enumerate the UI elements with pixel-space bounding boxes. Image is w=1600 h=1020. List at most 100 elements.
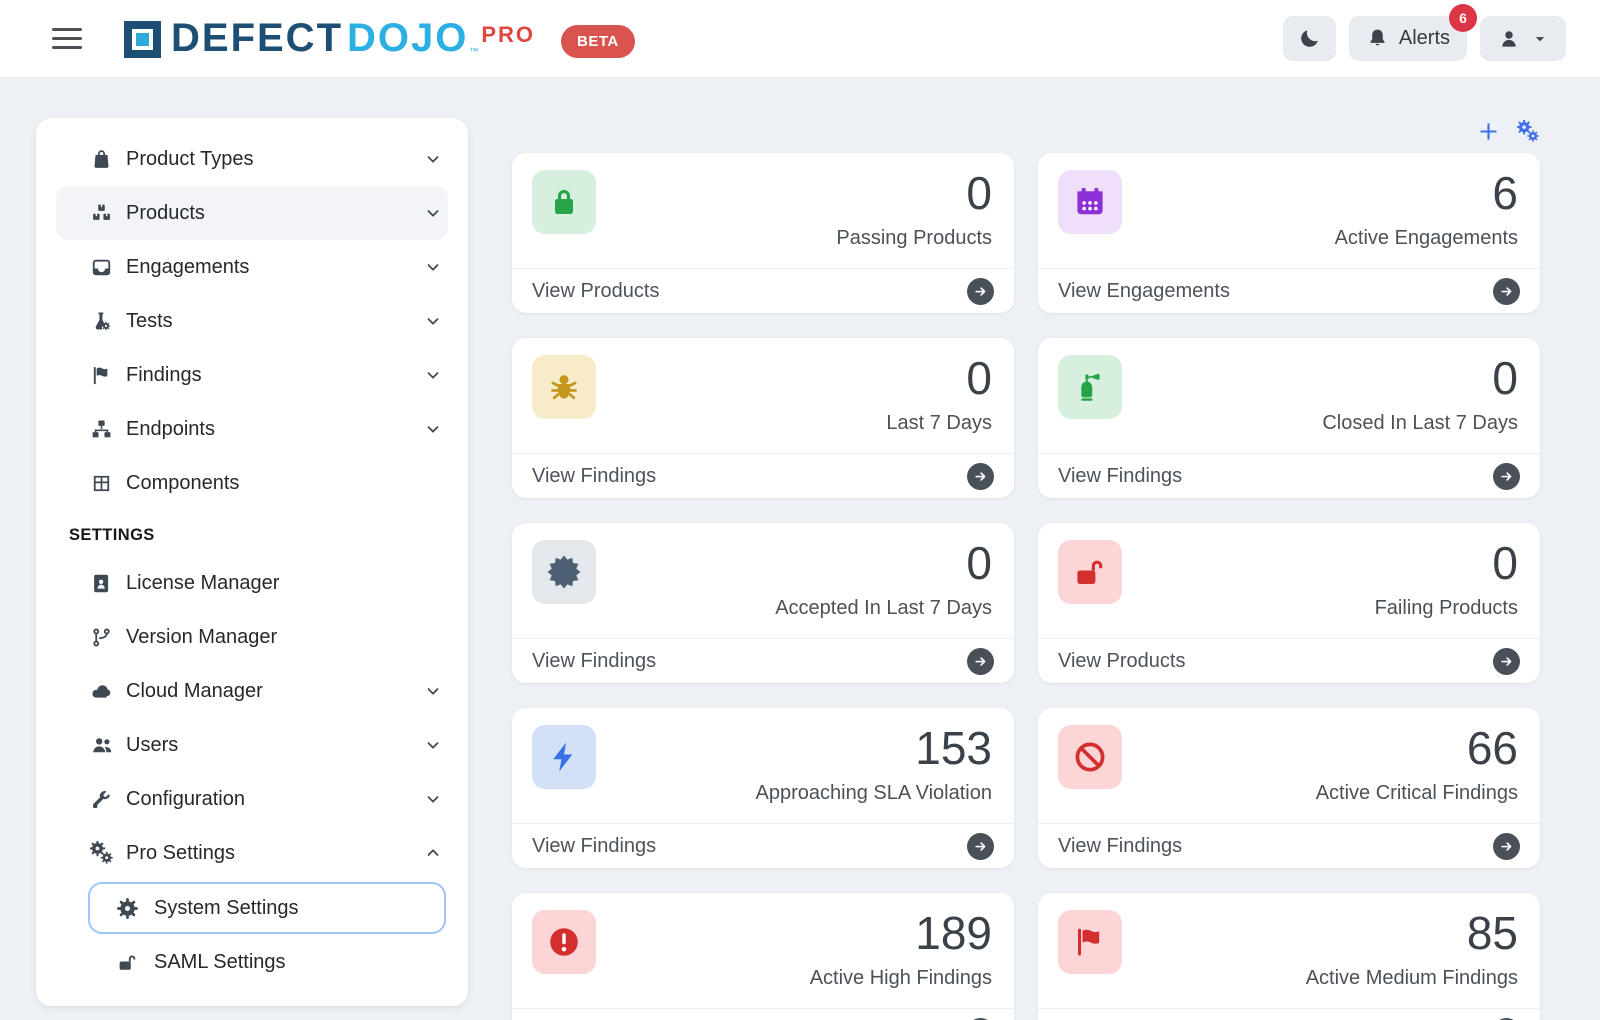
card-action-link[interactable]: View Findings	[1038, 823, 1540, 868]
metric-card-approaching-sla-violation: 153 Approaching SLA Violation View Findi…	[512, 708, 1014, 868]
sidebar-item-components[interactable]: Components	[36, 456, 468, 510]
card-action-link[interactable]: View Products	[1038, 638, 1540, 683]
card-action-link[interactable]: View Findings	[512, 453, 1014, 498]
sidebar-item-cloud-manager[interactable]: Cloud Manager	[36, 664, 468, 718]
metric-value: 153	[756, 725, 992, 772]
arrow-right-icon[interactable]	[967, 463, 994, 490]
card-action-label[interactable]: View Findings	[1058, 465, 1182, 488]
sidebar-item-products[interactable]: Products	[56, 186, 448, 240]
sidebar-item-configuration[interactable]: Configuration	[36, 772, 468, 826]
brand-defect: DEFECT	[171, 20, 343, 57]
flag-icon	[1058, 910, 1122, 974]
calendar-icon	[1058, 170, 1122, 234]
sidebar-item-label: Users	[126, 734, 178, 757]
cloud-icon	[90, 680, 115, 703]
packages-icon	[90, 202, 115, 225]
arrow-right-icon[interactable]	[967, 648, 994, 675]
chevron-up-icon	[424, 844, 442, 862]
chevron-down-icon	[424, 312, 442, 330]
card-action-link[interactable]: View Findings	[1038, 453, 1540, 498]
sidebar-item-label: License Manager	[126, 572, 279, 595]
sidebar-item-users[interactable]: Users	[36, 718, 468, 772]
bolt-icon	[532, 725, 596, 789]
arrow-right-icon[interactable]	[1493, 278, 1520, 305]
dashboard-main: 0 Passing Products View Products 6	[512, 118, 1540, 1020]
sidebar-item-system-settings[interactable]: System Settings	[88, 882, 446, 934]
ban-icon	[1058, 725, 1122, 789]
brand-dojo: DOJO	[347, 20, 468, 57]
brand-pro: PRO	[481, 22, 535, 48]
sidebar-item-pro-settings[interactable]: Pro Settings	[36, 826, 468, 880]
flag-icon	[90, 364, 115, 387]
card-action-link[interactable]: View Products	[512, 268, 1014, 313]
user-menu-button[interactable]	[1480, 16, 1566, 61]
arrow-right-icon[interactable]	[1493, 833, 1520, 860]
card-action-label[interactable]: View Engagements	[1058, 280, 1230, 303]
metric-card-failing-products: 0 Failing Products View Products	[1038, 523, 1540, 683]
sidebar-item-license-manager[interactable]: License Manager	[36, 556, 468, 610]
metric-value: 6	[1335, 170, 1518, 217]
metric-label: Active Engagements	[1335, 227, 1518, 250]
sidebar-item-product-types[interactable]: Product Types	[36, 132, 468, 186]
card-action-label[interactable]: View Products	[532, 280, 659, 303]
gears-icon[interactable]	[1517, 120, 1540, 143]
sidebar-item-version-manager[interactable]: Version Manager	[36, 610, 468, 664]
sidebar: Product Types Products Engagements Tests	[36, 118, 468, 1006]
sidebar-item-label: System Settings	[154, 897, 299, 920]
arrow-right-icon[interactable]	[967, 278, 994, 305]
seal-icon	[532, 540, 596, 604]
card-action-link[interactable]: View Findings	[512, 638, 1014, 683]
card-action-label[interactable]: View Findings	[532, 650, 656, 673]
chevron-down-icon	[424, 366, 442, 384]
sidebar-item-label: Products	[126, 202, 205, 225]
menu-toggle-button[interactable]	[52, 23, 82, 55]
metric-label: Last 7 Days	[886, 412, 992, 435]
test-pipe-gear-icon	[90, 310, 115, 333]
sidebar-item-endpoints[interactable]: Endpoints	[36, 402, 468, 456]
dark-mode-button[interactable]	[1283, 16, 1336, 61]
chevron-down-icon	[424, 420, 442, 438]
sidebar-item-label: Configuration	[126, 788, 245, 811]
bell-icon	[1366, 27, 1389, 50]
license-book-icon	[90, 572, 115, 595]
arrow-right-icon[interactable]	[1493, 463, 1520, 490]
chevron-down-icon	[424, 150, 442, 168]
metric-label: Passing Products	[836, 227, 992, 250]
sitemap-icon	[90, 418, 115, 441]
card-action-label[interactable]: View Products	[1058, 650, 1185, 673]
sidebar-item-label: Version Manager	[126, 626, 277, 649]
chevron-down-icon	[424, 736, 442, 754]
defectdojo-logo[interactable]: DEFECT DOJO ™ PRO	[124, 20, 535, 58]
card-action-link[interactable]: View Findings	[512, 823, 1014, 868]
sidebar-item-findings[interactable]: Findings	[36, 348, 468, 402]
arrow-right-icon[interactable]	[967, 833, 994, 860]
shopping-bag-icon	[90, 148, 115, 171]
sidebar-item-engagements[interactable]: Engagements	[36, 240, 468, 294]
sidebar-item-label: Product Types	[126, 148, 253, 171]
metric-value: 66	[1316, 725, 1518, 772]
metric-value: 0	[1375, 540, 1518, 587]
inbox-icon	[90, 256, 115, 279]
card-action-label[interactable]: View Findings	[1058, 835, 1182, 858]
sidebar-item-saml-settings[interactable]: SAML Settings	[88, 936, 446, 988]
metric-card-accepted-last-7-days: 0 Accepted In Last 7 Days View Findings	[512, 523, 1014, 683]
git-branch-icon	[90, 626, 115, 649]
card-action-link[interactable]: View Findings	[512, 1008, 1014, 1020]
plus-icon[interactable]	[1477, 120, 1500, 143]
card-action-label[interactable]: View Findings	[532, 835, 656, 858]
user-icon	[1497, 27, 1521, 51]
card-action-link[interactable]: View Findings	[1038, 1008, 1540, 1020]
exclamation-circle-icon	[532, 910, 596, 974]
card-action-label[interactable]: View Findings	[532, 465, 656, 488]
fire-extinguisher-icon	[1058, 355, 1122, 419]
sidebar-item-tests[interactable]: Tests	[36, 294, 468, 348]
card-action-link[interactable]: View Engagements	[1038, 268, 1540, 313]
chevron-down-icon	[424, 790, 442, 808]
alerts-button[interactable]: Alerts 6	[1349, 16, 1467, 61]
arrow-right-icon[interactable]	[1493, 648, 1520, 675]
sidebar-item-label: Pro Settings	[126, 842, 235, 865]
chevron-down-icon	[424, 258, 442, 276]
table-grid-icon	[90, 472, 115, 495]
sidebar-item-label: Findings	[126, 364, 202, 387]
metric-label: Active Medium Findings	[1306, 967, 1518, 990]
